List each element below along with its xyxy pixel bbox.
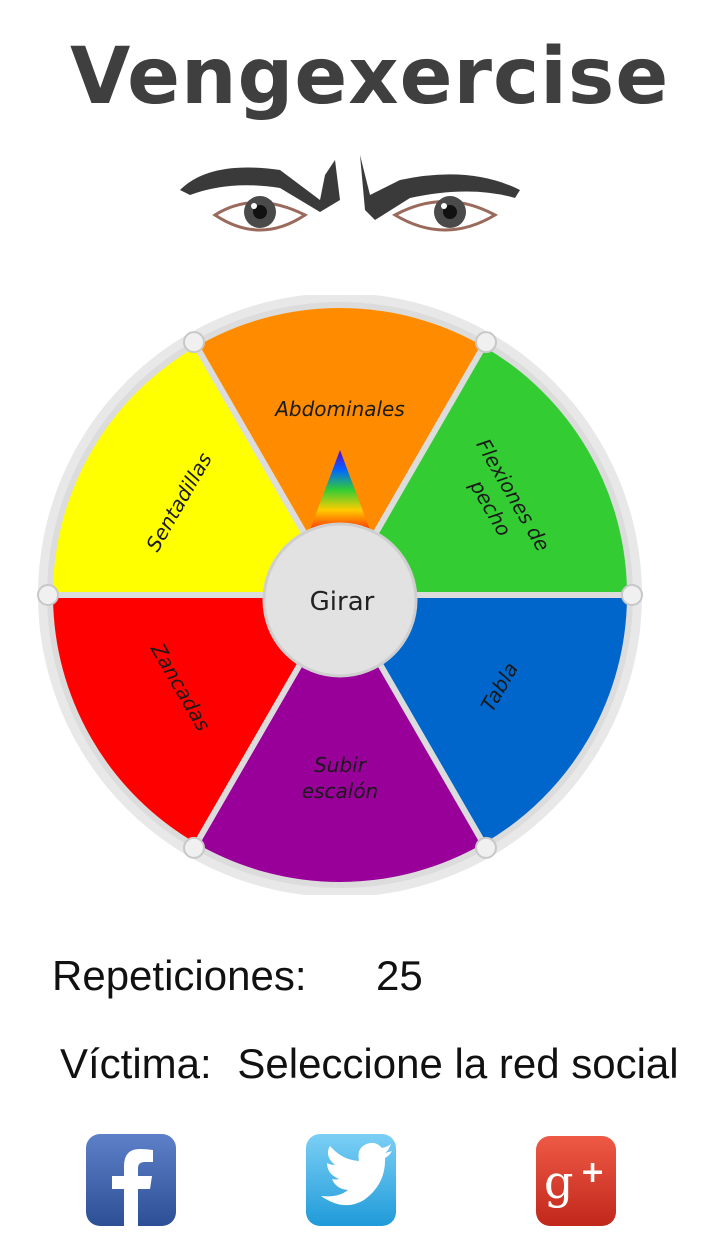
victim-row: Víctima: Seleccione la red social xyxy=(60,1040,679,1088)
wheel-peg xyxy=(183,331,205,354)
twitter-icon xyxy=(321,1142,392,1206)
exercise-wheel[interactable]: Abdominales Flexiones depecho Tabla Subir es… xyxy=(30,295,660,895)
google-plus-button[interactable]: g + xyxy=(536,1136,616,1226)
facebook-button[interactable] xyxy=(86,1134,176,1226)
repetitions-value: 25 xyxy=(376,952,423,999)
svg-text:g: g xyxy=(544,1155,573,1209)
victim-value: Seleccione la red social xyxy=(237,1040,679,1087)
repetitions-label: Repeticiones: xyxy=(52,952,307,999)
wheel-segment-label: Abdominales xyxy=(273,397,405,421)
spin-button-label[interactable]: Girar xyxy=(310,587,375,617)
wheel-graphic[interactable]: AbdominalesFlexiones depechoTablaSubir es… xyxy=(30,295,660,895)
wheel-peg xyxy=(621,584,643,606)
app-title: Vengexercise xyxy=(70,32,670,122)
angry-eyes-logo xyxy=(180,155,520,232)
google-plus-icon: g + xyxy=(544,1155,605,1209)
wheel-peg xyxy=(37,584,59,606)
facebook-icon xyxy=(112,1149,153,1226)
twitter-button[interactable] xyxy=(306,1134,396,1226)
victim-label: Víctima: xyxy=(60,1040,212,1087)
wheel-peg xyxy=(475,331,497,354)
wheel-peg xyxy=(475,836,497,859)
wheel-peg xyxy=(183,836,205,859)
svg-text:+: + xyxy=(580,1155,605,1190)
repetitions-row: Repeticiones: 25 xyxy=(52,952,423,1000)
